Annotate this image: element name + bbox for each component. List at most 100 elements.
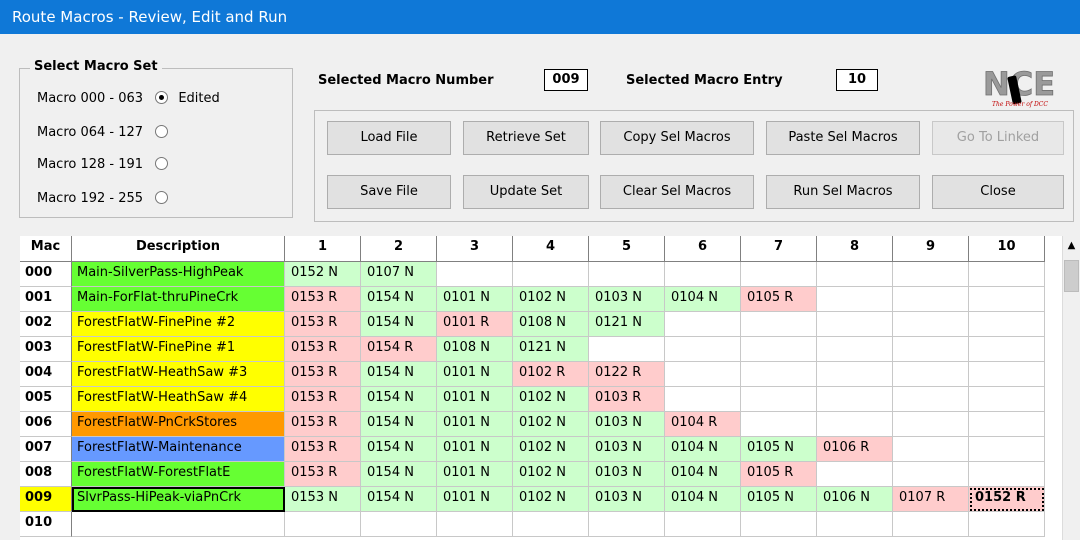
macro-entry-cell[interactable] xyxy=(893,462,969,487)
macro-entry-cell[interactable] xyxy=(589,262,665,287)
macro-entry-cell[interactable] xyxy=(817,287,893,312)
macro-entry-cell[interactable] xyxy=(817,387,893,412)
macro-entry-cell[interactable]: 0153 R xyxy=(285,287,361,312)
macro-description-cell[interactable]: ForestFlatW-HeathSaw #3 xyxy=(72,362,285,387)
macro-entry-cell[interactable] xyxy=(893,337,969,362)
macro-entry-cell[interactable] xyxy=(969,437,1045,462)
copy-sel-macros-button[interactable]: Copy Sel Macros xyxy=(600,121,754,155)
macro-description-cell[interactable]: ForestFlatW-HeathSaw #4 xyxy=(72,387,285,412)
macro-entry-cell[interactable]: 0106 N xyxy=(817,487,893,512)
macro-entry-cell[interactable]: 0101 N xyxy=(437,387,513,412)
radio-macro-064-127[interactable]: Macro 064 - 127 xyxy=(37,123,169,143)
macro-entry-cell[interactable]: 0154 N xyxy=(361,487,437,512)
macro-entry-cell[interactable]: 0104 N xyxy=(665,462,741,487)
macro-entry-cell[interactable]: 0107 R xyxy=(893,487,969,512)
macro-entry-cell[interactable] xyxy=(665,337,741,362)
macro-entry-cell[interactable]: 0102 N xyxy=(513,437,589,462)
radio-button-icon[interactable] xyxy=(155,125,169,138)
macro-entry-cell[interactable] xyxy=(817,337,893,362)
macro-entry-cell[interactable] xyxy=(665,262,741,287)
macro-description-cell[interactable]: Main-ForFlat-thruPineCrk xyxy=(72,287,285,312)
macro-number-cell[interactable]: 004 xyxy=(20,362,72,387)
grid-scrollbar[interactable]: ▲ xyxy=(1062,236,1080,540)
macro-entry-cell[interactable] xyxy=(665,312,741,337)
macro-entry-cell[interactable] xyxy=(817,262,893,287)
retrieve-set-button[interactable]: Retrieve Set xyxy=(463,121,589,155)
macro-entry-cell[interactable]: 0103 R xyxy=(589,387,665,412)
macro-entry-cell[interactable] xyxy=(665,362,741,387)
macro-number-cell[interactable]: 009 xyxy=(20,487,72,512)
macro-entry-cell[interactable]: 0107 N xyxy=(361,262,437,287)
macro-entry-cell[interactable] xyxy=(969,262,1045,287)
macro-entry-cell[interactable] xyxy=(893,512,969,537)
macro-entry-cell[interactable] xyxy=(589,512,665,537)
macro-entry-cell[interactable]: 0154 N xyxy=(361,287,437,312)
macro-entry-cell[interactable] xyxy=(893,287,969,312)
macro-entry-cell[interactable] xyxy=(361,512,437,537)
macro-number-cell[interactable]: 008 xyxy=(20,462,72,487)
macro-entry-cell[interactable] xyxy=(969,287,1045,312)
radio-button-icon[interactable] xyxy=(155,157,169,170)
macro-entry-cell[interactable]: 0102 N xyxy=(513,462,589,487)
macro-entry-cell[interactable]: 0102 N xyxy=(513,487,589,512)
macro-entry-cell[interactable]: 0153 R xyxy=(285,412,361,437)
macro-entry-cell[interactable]: 0105 N xyxy=(741,437,817,462)
macro-entry-cell[interactable] xyxy=(437,262,513,287)
macro-entry-cell[interactable]: 0102 N xyxy=(513,387,589,412)
macro-number-cell[interactable]: 010 xyxy=(20,512,72,537)
macro-entry-cell[interactable]: 0152 N xyxy=(285,262,361,287)
macro-entry-cell[interactable] xyxy=(893,312,969,337)
run-sel-macros-button[interactable]: Run Sel Macros xyxy=(766,175,920,209)
macro-entry-cell[interactable]: 0101 N xyxy=(437,412,513,437)
macro-entry-cell[interactable] xyxy=(969,362,1045,387)
macro-entry-cell[interactable] xyxy=(741,512,817,537)
paste-sel-macros-button[interactable]: Paste Sel Macros xyxy=(766,121,920,155)
macro-entry-cell[interactable]: 0103 N xyxy=(589,287,665,312)
macro-entry-cell[interactable] xyxy=(817,412,893,437)
macro-entry-cell[interactable] xyxy=(893,387,969,412)
macro-entry-cell[interactable] xyxy=(893,262,969,287)
macro-entry-cell[interactable] xyxy=(817,312,893,337)
macro-entry-cell[interactable]: 0108 N xyxy=(513,312,589,337)
macro-entry-cell[interactable] xyxy=(285,512,361,537)
macro-entry-cell[interactable]: 0103 N xyxy=(589,412,665,437)
macro-entry-cell[interactable] xyxy=(741,262,817,287)
macro-entry-cell[interactable]: 0154 N xyxy=(361,312,437,337)
macro-entry-cell[interactable] xyxy=(665,387,741,412)
macro-number-cell[interactable]: 007 xyxy=(20,437,72,462)
radio-macro-000-063[interactable]: Macro 000 - 063 Edited xyxy=(37,89,220,109)
macro-entry-cell[interactable]: 0153 R xyxy=(285,437,361,462)
macro-entry-cell[interactable]: 0102 N xyxy=(513,287,589,312)
macro-entry-cell[interactable]: 0104 R xyxy=(665,412,741,437)
macro-entry-cell[interactable] xyxy=(665,512,741,537)
macro-entry-cell[interactable]: 0154 N xyxy=(361,437,437,462)
macro-entry-cell[interactable]: 0102 N xyxy=(513,412,589,437)
macro-entry-cell[interactable] xyxy=(817,362,893,387)
macro-entry-cell[interactable] xyxy=(969,512,1045,537)
radio-button-icon[interactable] xyxy=(155,191,169,204)
update-set-button[interactable]: Update Set xyxy=(463,175,589,209)
macro-entry-cell[interactable]: 0101 N xyxy=(437,487,513,512)
macro-entry-cell[interactable] xyxy=(513,512,589,537)
macro-entry-cell[interactable]: 0154 R xyxy=(361,337,437,362)
macro-entry-cell[interactable]: 0108 N xyxy=(437,337,513,362)
macro-entry-cell[interactable] xyxy=(893,412,969,437)
macro-entry-cell[interactable] xyxy=(741,362,817,387)
macro-entry-cell[interactable]: 0153 R xyxy=(285,462,361,487)
macro-entry-cell[interactable] xyxy=(741,337,817,362)
macro-entry-cell[interactable]: 0104 N xyxy=(665,487,741,512)
macro-entry-cell[interactable]: 0154 N xyxy=(361,412,437,437)
macro-entry-cell[interactable]: 0105 R xyxy=(741,462,817,487)
scroll-up-arrow-icon[interactable]: ▲ xyxy=(1063,236,1080,256)
macro-entry-cell[interactable] xyxy=(437,512,513,537)
macro-entry-cell[interactable]: 0103 N xyxy=(589,487,665,512)
macro-grid[interactable]: Mac Description 1 2 3 4 5 6 7 8 9 10 000 Main-SilverP… xyxy=(20,236,1062,540)
macro-entry-cell[interactable] xyxy=(589,337,665,362)
macro-entry-cell[interactable] xyxy=(893,362,969,387)
macro-number-cell[interactable]: 006 xyxy=(20,412,72,437)
macro-number-cell[interactable]: 003 xyxy=(20,337,72,362)
macro-entry-cell[interactable]: 0104 N xyxy=(665,437,741,462)
scroll-thumb[interactable] xyxy=(1064,260,1079,292)
macro-entry-cell[interactable]: 0121 N xyxy=(513,337,589,362)
macro-description-cell[interactable] xyxy=(72,512,285,537)
